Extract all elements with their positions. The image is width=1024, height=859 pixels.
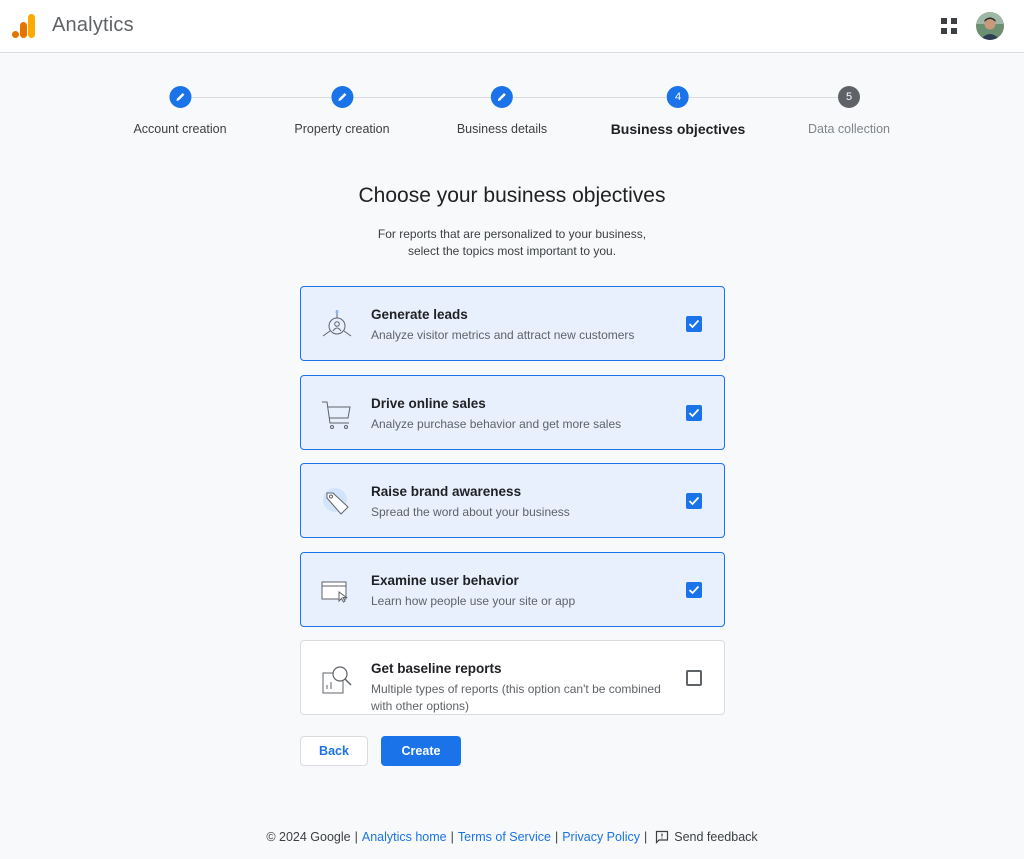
- objective-checkbox[interactable]: [686, 316, 702, 332]
- footer-separator: |: [354, 830, 358, 844]
- objective-card-raise-brand-awareness[interactable]: Raise brand awareness Spread the word ab…: [300, 463, 725, 538]
- pencil-icon: [331, 86, 353, 108]
- step-label: Account creation: [133, 122, 227, 136]
- leads-target-icon: [322, 310, 352, 337]
- create-button[interactable]: Create: [381, 736, 461, 766]
- step-business-objectives: 4 Business objectives: [610, 86, 746, 137]
- objective-checkbox[interactable]: [686, 493, 702, 509]
- step-account-creation: Account creation: [133, 86, 227, 136]
- terms-of-service-link[interactable]: Terms of Service: [458, 830, 551, 844]
- objective-card-examine-user-behavior[interactable]: Examine user behavior Learn how people u…: [300, 552, 725, 627]
- checkmark-icon: [688, 585, 700, 595]
- checkmark-icon: [688, 319, 700, 329]
- footer: © 2024 Google | Analytics home | Terms o…: [0, 830, 1024, 844]
- avatar[interactable]: [976, 12, 1004, 40]
- analytics-home-link[interactable]: Analytics home: [362, 830, 447, 844]
- step-data-collection: 5 Data collection: [808, 86, 890, 136]
- page-title: Choose your business objectives: [358, 184, 666, 207]
- pencil-icon: [490, 86, 513, 108]
- send-feedback-button[interactable]: Send feedback: [655, 830, 758, 844]
- tag-icon: [323, 488, 349, 515]
- top-app-bar: Analytics: [0, 0, 1024, 53]
- feedback-icon: [656, 830, 669, 844]
- step-label: Business details: [456, 122, 548, 136]
- objective-checkbox[interactable]: [686, 670, 702, 686]
- app-title: Analytics: [52, 14, 134, 36]
- step-property-creation: Property creation: [294, 86, 390, 136]
- objective-description: Analyze visitor metrics and attract new …: [371, 328, 635, 342]
- objective-title: Generate leads: [371, 307, 468, 322]
- checkmark-icon: [688, 408, 700, 418]
- objective-title: Raise brand awareness: [371, 484, 522, 499]
- back-button[interactable]: Back: [300, 736, 368, 766]
- objective-checkbox[interactable]: [686, 405, 702, 421]
- report-magnifier-icon: [322, 666, 352, 694]
- objective-card-generate-leads[interactable]: Generate leads Analyze visitor metrics a…: [300, 286, 725, 361]
- progress-stepper: Account creation Property creation Busin…: [0, 86, 1024, 146]
- objective-description: Analyze purchase behavior and get more s…: [371, 417, 622, 431]
- shopping-cart-icon: [322, 401, 351, 429]
- step-number: 5: [838, 86, 860, 108]
- step-label: Business objectives: [610, 121, 746, 137]
- step-label: Data collection: [808, 122, 890, 136]
- objective-title: Examine user behavior: [371, 573, 519, 588]
- checkmark-icon: [688, 496, 700, 506]
- google-analytics-logo[interactable]: [12, 13, 36, 39]
- objective-description: Spread the word about your business: [371, 505, 570, 519]
- page-subtitle: For reports that are personalized to you…: [377, 227, 647, 258]
- privacy-policy-link[interactable]: Privacy Policy: [562, 830, 640, 844]
- footer-separator: |: [644, 830, 648, 844]
- footer-separator: |: [554, 830, 559, 844]
- browser-cursor-icon: [321, 581, 349, 603]
- apps-grid-icon[interactable]: [940, 17, 958, 35]
- objective-description: Learn how people use your site or app: [371, 594, 576, 608]
- step-label: Property creation: [294, 122, 390, 136]
- objective-title: Drive online sales: [371, 396, 486, 411]
- send-feedback-label: Send feedback: [674, 830, 758, 844]
- pencil-icon: [168, 86, 191, 108]
- copyright-text: © 2024 Google: [266, 830, 351, 844]
- objective-title: Get baseline reports: [371, 661, 502, 676]
- step-number: 4: [667, 86, 689, 108]
- objective-description: Multiple types of reports (this option c…: [371, 682, 661, 713]
- objective-card-get-baseline-reports[interactable]: Get baseline reports Multiple types of r…: [300, 640, 725, 715]
- step-business-details: Business details: [457, 86, 547, 136]
- objective-card-drive-online-sales[interactable]: Drive online sales Analyze purchase beha…: [300, 375, 725, 450]
- objective-checkbox[interactable]: [686, 582, 702, 598]
- footer-separator: |: [450, 830, 454, 844]
